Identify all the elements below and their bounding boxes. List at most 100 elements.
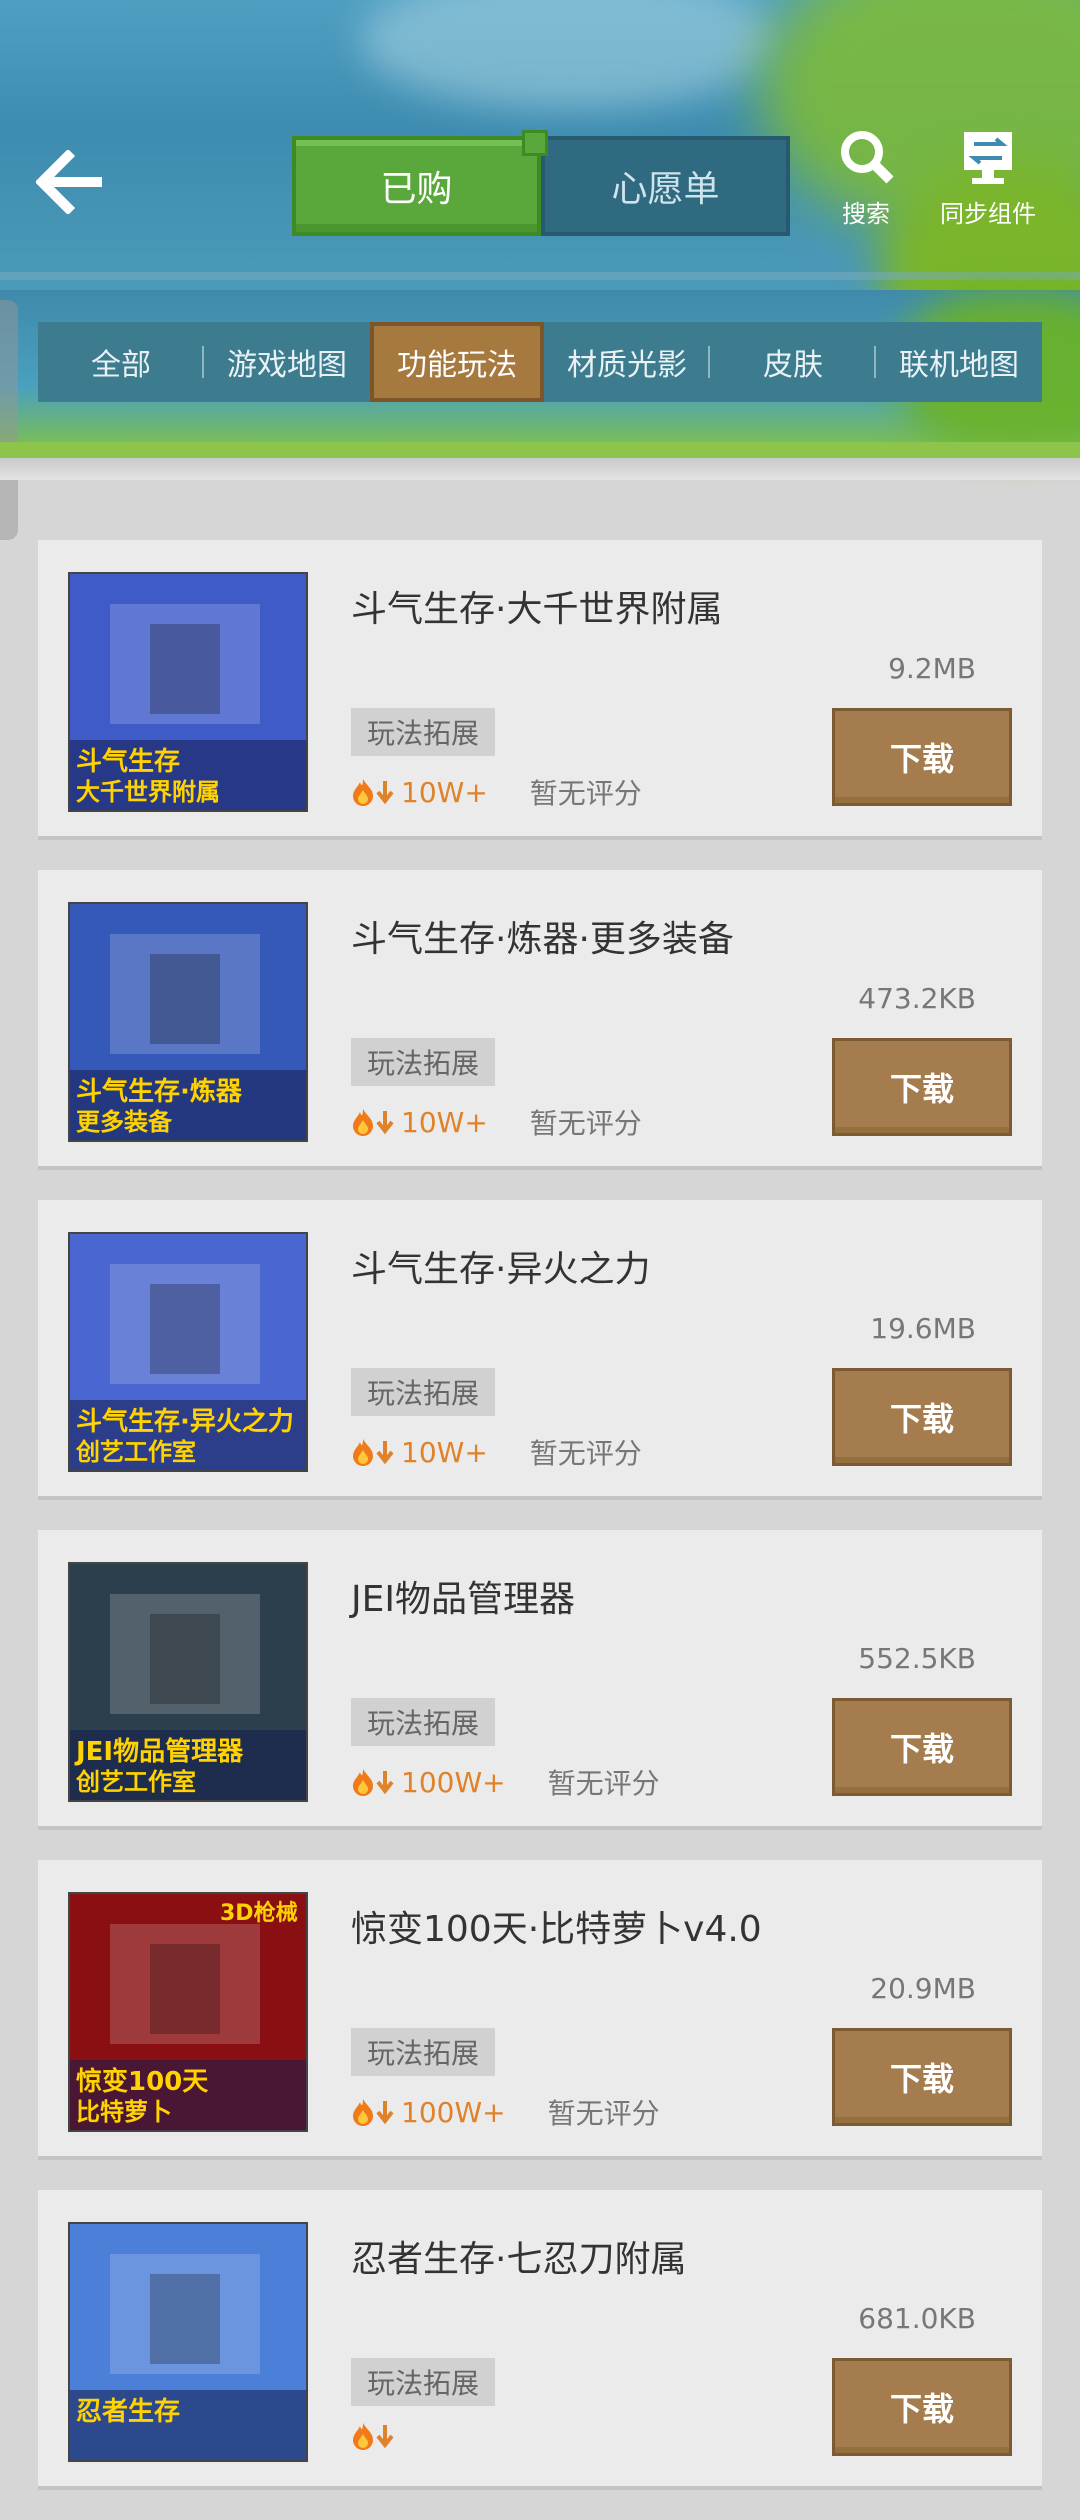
fire-icon xyxy=(353,2099,373,2126)
download-button[interactable]: 下载 xyxy=(832,1698,1012,1796)
item-tag: 玩法拓展 xyxy=(351,2358,496,2406)
download-arrow-icon xyxy=(376,2425,394,2449)
thumbnail-caption-1: 斗气生存·异火之力 xyxy=(76,1406,294,1437)
back-button[interactable] xyxy=(34,148,106,216)
thumbnail-caption-2: 比特萝卜 xyxy=(76,2098,172,2126)
download-arrow-icon xyxy=(376,1111,394,1135)
list-item[interactable]: 斗气生存·异火之力 创艺工作室 斗气生存·异火之力 19.6MB 玩法拓展 10W… xyxy=(38,1200,1042,1500)
thumbnail-caption-2: 创艺工作室 xyxy=(75,1438,196,1466)
sync-monitor-icon xyxy=(964,132,1012,184)
thumbnail-caption-1: JEI物品管理器 xyxy=(74,1737,244,1767)
item-rating: 暂无评分 xyxy=(547,2097,660,2130)
gray-divider xyxy=(0,458,1080,480)
fire-icon xyxy=(353,2423,373,2450)
thumbnail-art: 忍者生存 xyxy=(70,2224,306,2460)
item-size: 19.6MB xyxy=(870,1312,976,1345)
item-rating: 暂无评分 xyxy=(529,1437,642,1470)
thumbnail-caption-2: 大千世界附属 xyxy=(76,778,220,806)
tab-gameplay[interactable]: 功能玩法 xyxy=(370,322,544,402)
tab-game-maps[interactable]: 游戏地图 xyxy=(204,322,370,402)
item-thumbnail: 斗气生存 大千世界附属 xyxy=(68,572,308,812)
thumbnail-corner-label: 3D枪械 xyxy=(220,1900,298,1926)
fire-icon xyxy=(353,1439,373,1466)
item-thumbnail: 斗气生存·异火之力 创艺工作室 xyxy=(68,1232,308,1472)
item-size: 473.2KB xyxy=(858,982,976,1015)
search-label: 搜索 xyxy=(842,200,890,228)
left-edge-handle[interactable] xyxy=(0,300,18,540)
back-arrow-icon xyxy=(34,148,102,216)
list-item[interactable]: 斗气生存 大千世界附属 斗气生存·大千世界附属 9.2MB 玩法拓展 10W+ 暂… xyxy=(38,540,1042,840)
segment-notch xyxy=(522,130,548,156)
thumbnail-caption-1: 惊变100天 xyxy=(76,2066,208,2097)
thumbnail-caption-1: 忍者生存 xyxy=(76,2397,180,2427)
item-rating: 暂无评分 xyxy=(529,1107,642,1140)
green-divider xyxy=(0,442,1080,458)
thumbnail-caption-1: 斗气生存 xyxy=(76,746,180,777)
item-title: JEI物品管理器 xyxy=(351,1579,575,1620)
item-title: 斗气生存·大千世界附属 xyxy=(351,589,723,630)
item-stats: 100W+ 暂无评分 xyxy=(351,1762,660,1802)
item-download-count: 10W+ xyxy=(401,775,488,809)
item-tag: 玩法拓展 xyxy=(351,1368,496,1416)
list-item[interactable]: 忍者生存 忍者生存·七忍刀附属 681.0KB 玩法拓展 下载 xyxy=(38,2190,1042,2490)
download-button[interactable]: 下载 xyxy=(832,1038,1012,1136)
list-item[interactable]: JEI物品管理器 创艺工作室 JEI物品管理器 552.5KB 玩法拓展 100W… xyxy=(38,1530,1042,1830)
thumbnail-art: 斗气生存大千世界附属 xyxy=(70,574,306,810)
item-tag: 玩法拓展 xyxy=(351,1698,496,1746)
item-thumbnail: JEI物品管理器 创艺工作室 xyxy=(68,1562,308,1802)
item-thumbnail: 忍者生存 xyxy=(68,2222,308,2462)
item-stats: 100W+ 暂无评分 xyxy=(351,2092,660,2132)
item-title: 斗气生存·炼器·更多装备 xyxy=(351,919,734,960)
list-item[interactable]: 斗气生存·炼器 更多装备 斗气生存·炼器·更多装备 473.2KB 玩法拓展 10… xyxy=(38,870,1042,1170)
download-arrow-icon xyxy=(376,781,394,805)
item-stats: 10W+ 暂无评分 xyxy=(351,772,642,812)
item-title: 斗气生存·异火之力 xyxy=(351,1249,651,1290)
item-list: 斗气生存 大千世界附属 斗气生存·大千世界附属 9.2MB 玩法拓展 10W+ 暂… xyxy=(38,540,1042,2520)
sync-components-button[interactable]: 同步组件 xyxy=(940,128,1036,229)
download-button[interactable]: 下载 xyxy=(832,708,1012,806)
item-tag: 玩法拓展 xyxy=(351,2028,496,2076)
thumbnail-art: JEI物品管理器创艺工作室 xyxy=(70,1564,306,1800)
item-title: 惊变100天·比特萝卜v4.0 xyxy=(351,1909,762,1950)
segment-purchased[interactable]: 已购 xyxy=(292,136,541,236)
category-tabs: 全部 游戏地图 功能玩法 材质光影 皮肤 联机地图 xyxy=(38,322,1042,402)
download-button[interactable]: 下载 xyxy=(832,1368,1012,1466)
item-size: 9.2MB xyxy=(888,652,976,685)
item-rating: 暂无评分 xyxy=(547,1767,660,1800)
search-button[interactable]: 搜索 xyxy=(836,128,896,229)
item-download-count: 10W+ xyxy=(401,1105,488,1139)
item-thumbnail: 斗气生存·炼器 更多装备 xyxy=(68,902,308,1142)
thumbnail-caption-2: 更多装备 xyxy=(76,1108,173,1136)
item-rating: 暂无评分 xyxy=(529,777,642,810)
sync-label: 同步组件 xyxy=(940,200,1036,228)
tab-textures-shaders[interactable]: 材质光影 xyxy=(544,322,710,402)
thumbnail-art: 惊变100天比特萝卜 3D枪械 xyxy=(70,1894,306,2130)
thumbnail-caption-2: 创艺工作室 xyxy=(75,1768,196,1796)
download-arrow-icon xyxy=(376,1441,394,1465)
item-size: 20.9MB xyxy=(870,1972,976,2005)
fire-icon xyxy=(353,1109,373,1136)
item-thumbnail: 惊变100天 比特萝卜 3D枪械 xyxy=(68,1892,308,2132)
download-button[interactable]: 下载 xyxy=(832,2028,1012,2126)
search-icon xyxy=(841,131,894,184)
item-title: 忍者生存·七忍刀附属 xyxy=(351,2239,687,2280)
list-item[interactable]: 惊变100天 比特萝卜 3D枪械 惊变100天·比特萝卜v4.0 20.9MB 玩法… xyxy=(38,1860,1042,2160)
item-download-count: 100W+ xyxy=(401,2095,506,2129)
tab-all[interactable]: 全部 xyxy=(38,322,204,402)
download-arrow-icon xyxy=(376,1771,394,1795)
item-download-count: 10W+ xyxy=(401,1435,488,1469)
tab-multiplayer-maps[interactable]: 联机地图 xyxy=(876,322,1042,402)
tab-skins[interactable]: 皮肤 xyxy=(710,322,876,402)
thumbnail-caption-1: 斗气生存·炼器 xyxy=(76,1076,243,1107)
item-stats: 10W+ 暂无评分 xyxy=(351,1432,642,1472)
item-download-count: 100W+ xyxy=(401,1765,506,1799)
thumbnail-art: 斗气生存·异火之力创艺工作室 xyxy=(70,1234,306,1470)
item-size: 681.0KB xyxy=(858,2302,976,2335)
download-button[interactable]: 下载 xyxy=(832,2358,1012,2456)
thumbnail-art: 斗气生存·炼器更多装备 xyxy=(70,904,306,1140)
item-tag: 玩法拓展 xyxy=(351,1038,496,1086)
item-stats: 10W+ 暂无评分 xyxy=(351,1102,642,1142)
segment-wishlist[interactable]: 心愿单 xyxy=(541,136,790,236)
item-stats xyxy=(351,2422,443,2450)
fire-icon xyxy=(353,779,373,806)
